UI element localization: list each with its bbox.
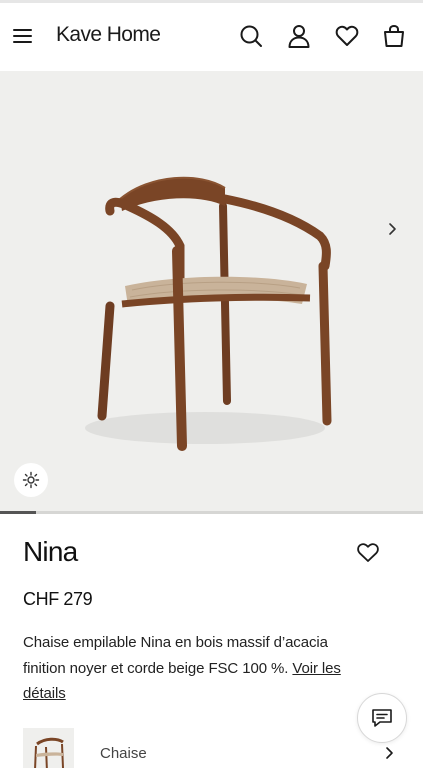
product-price: CHF 279 xyxy=(23,589,93,609)
variant-label: Chaise xyxy=(100,745,147,762)
view-360-button[interactable] xyxy=(14,463,48,497)
product-description: Chaise empilable Nina en bois massif d’a… xyxy=(23,630,368,707)
logo[interactable]: Kave Home xyxy=(56,23,161,47)
site-header: Kave Home xyxy=(0,3,423,71)
heart-icon[interactable] xyxy=(334,23,360,49)
bag-icon[interactable] xyxy=(381,23,407,49)
product-image xyxy=(85,176,332,451)
wishlist-heart-icon[interactable] xyxy=(356,541,380,563)
next-image-chevron-icon[interactable] xyxy=(383,219,401,239)
gallery-progress-bar xyxy=(0,511,423,514)
gallery-progress-fill xyxy=(0,511,36,514)
variant-thumbnail xyxy=(23,728,74,768)
variant-selector[interactable]: Chaise xyxy=(0,726,423,768)
menu-icon[interactable] xyxy=(12,25,34,47)
description-text: Chaise empilable Nina en bois massif d’a… xyxy=(23,634,328,677)
chevron-right-icon[interactable] xyxy=(383,746,395,760)
search-icon[interactable] xyxy=(238,23,264,49)
product-title: Nina xyxy=(23,536,78,567)
product-gallery[interactable] xyxy=(0,71,423,511)
rotate-360-icon xyxy=(22,471,40,489)
account-icon[interactable] xyxy=(286,23,312,49)
